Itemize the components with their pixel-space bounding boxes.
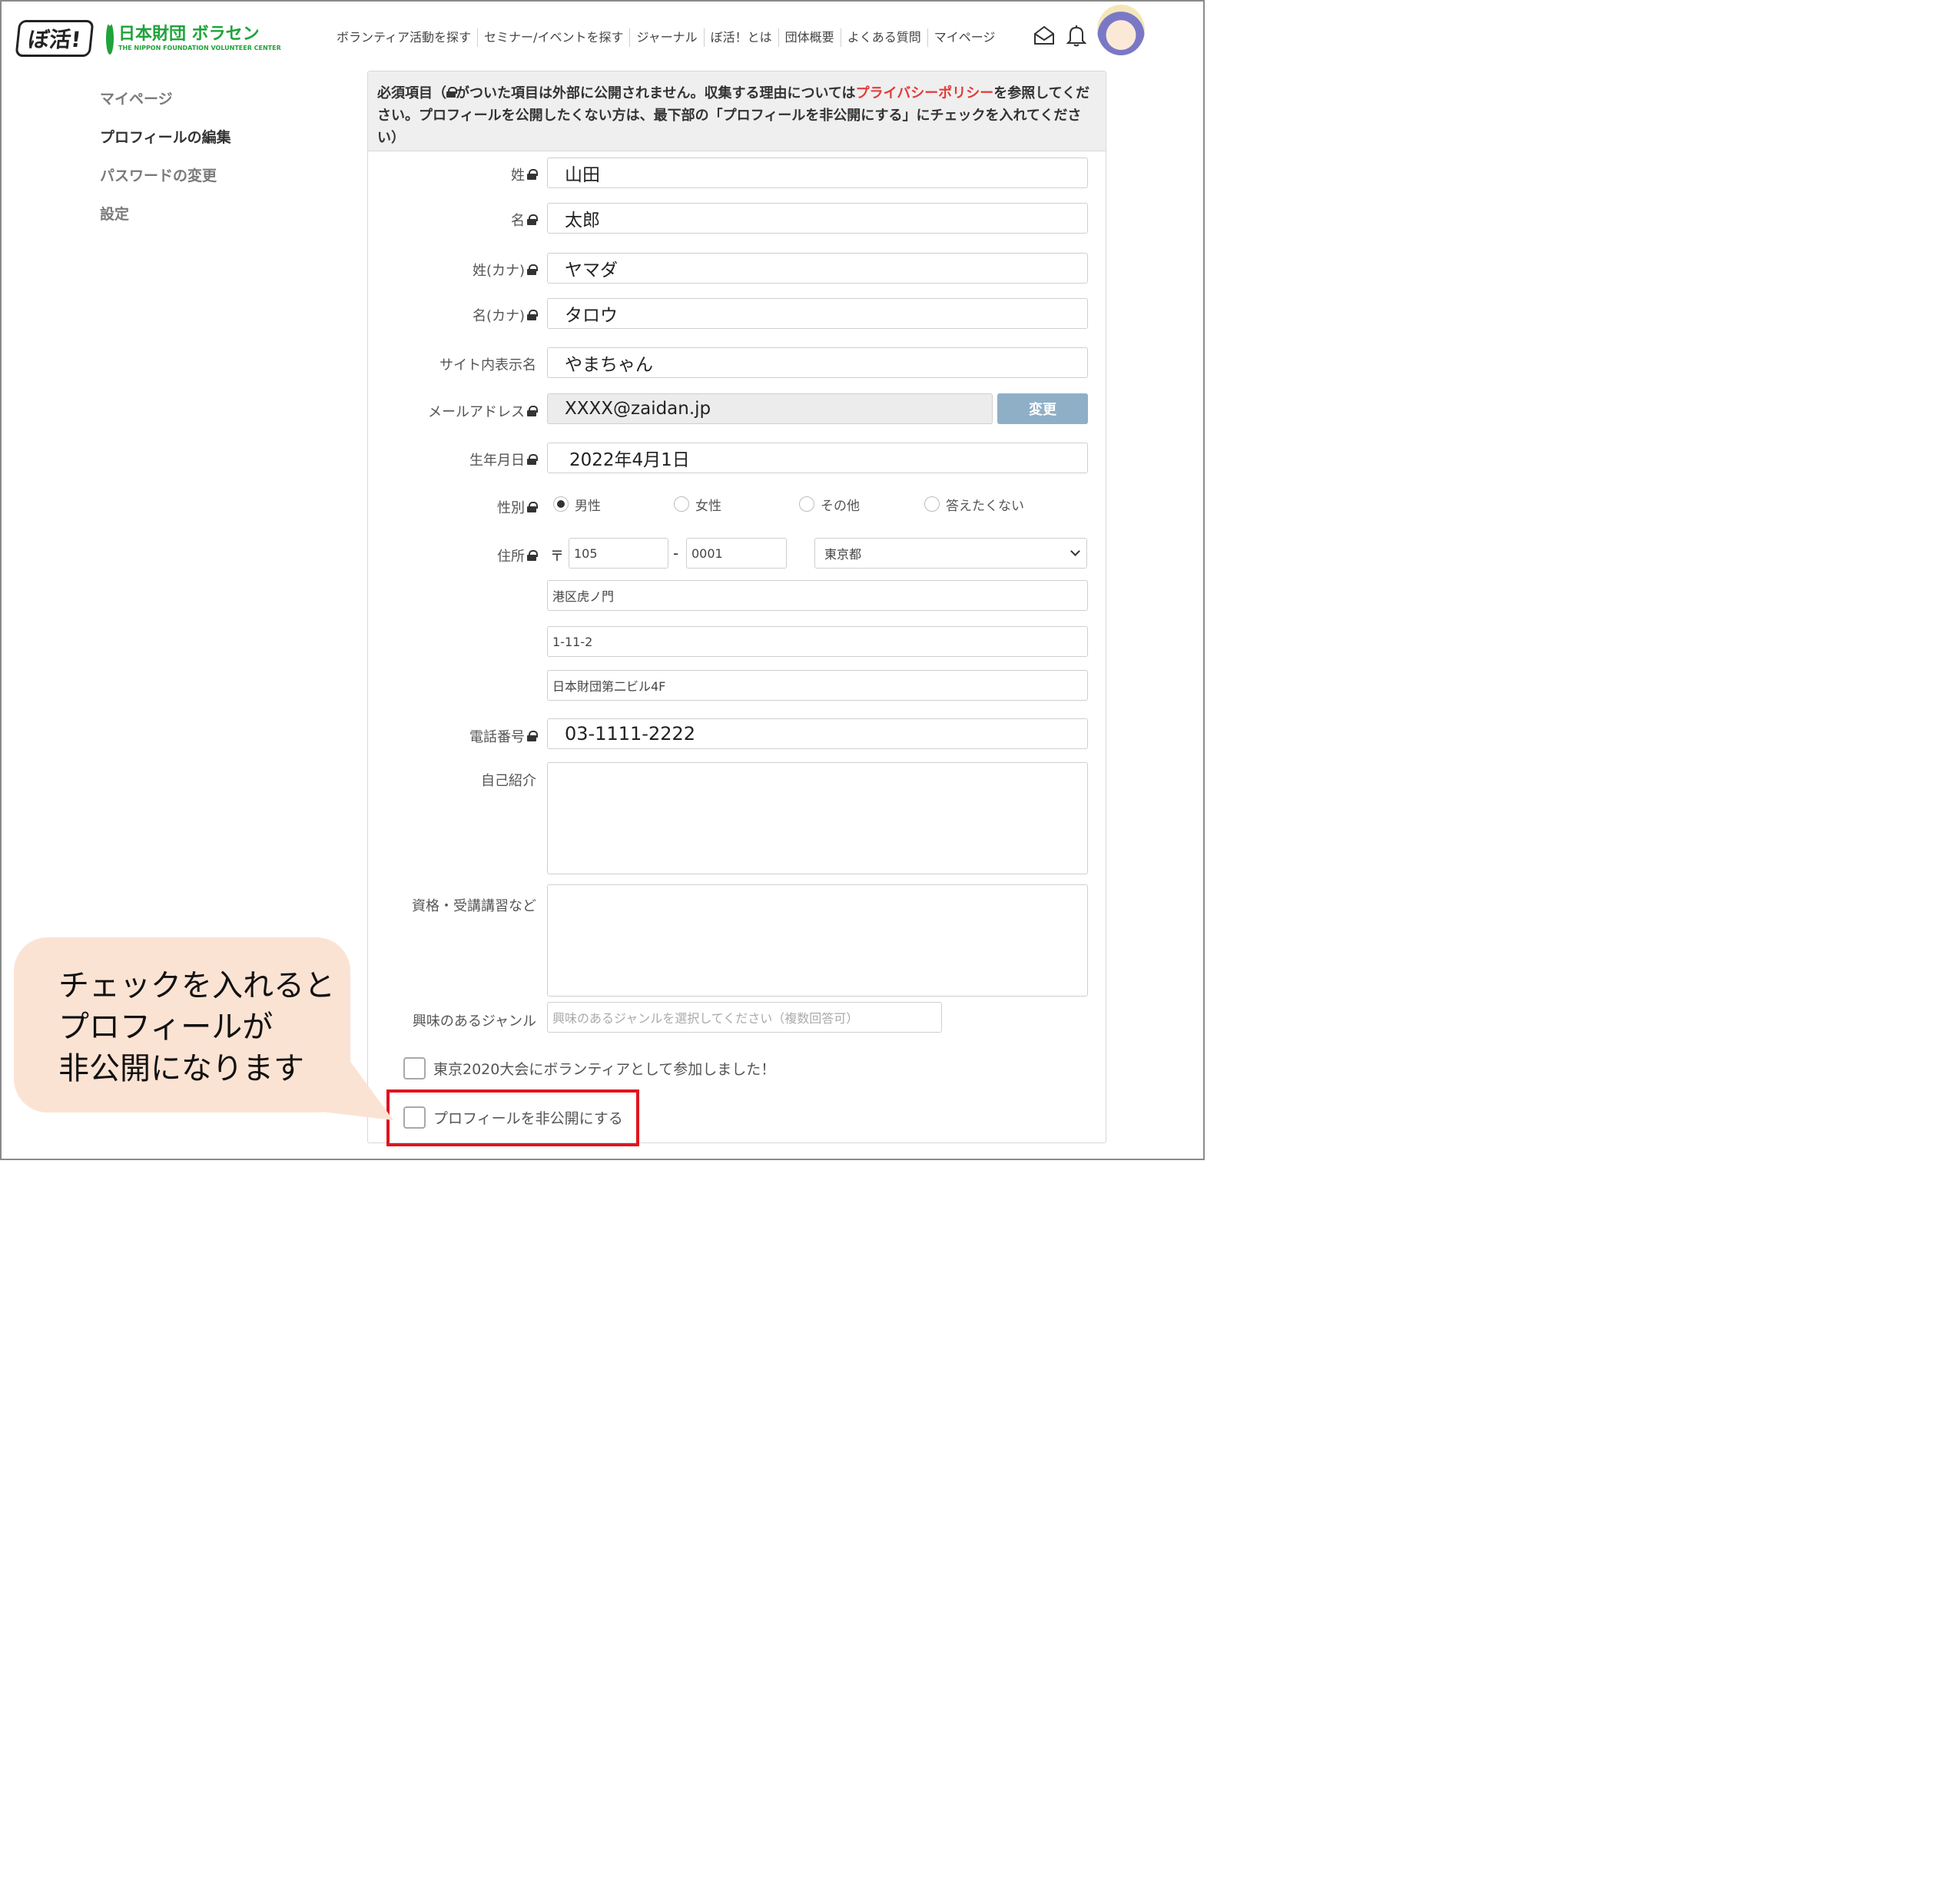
tokyo2020-checkbox-row[interactable]: 東京2020大会にボランティアとして参加しました！ [403,1057,775,1079]
radio-icon [799,496,814,512]
gender-radio-male[interactable]: 男性 [553,496,601,514]
callout-line-1: チェックを入れると [58,968,335,1003]
lock-icon [527,406,538,416]
lock-icon [527,502,538,512]
zip-code-first-input[interactable]: 105 [569,538,668,569]
required-notice: 必須項目（ がついた項目は外部に公開されません。収集する理由についてはプライバシー… [368,71,1106,151]
gender-radio-female[interactable]: 女性 [674,496,721,514]
gender-label: 性別 [497,497,538,517]
radio-selected-icon [553,496,569,512]
address-label: 住所 [497,546,538,565]
address-line3-input[interactable]: 日本財団第二ビル4F [547,670,1088,701]
last-kana-input[interactable]: ヤマダ [547,253,1088,284]
nav-mypage[interactable]: マイページ [928,28,1002,47]
bokatsu-logo[interactable]: ぼ活! [15,20,95,57]
change-email-button[interactable]: 変更 [997,393,1088,424]
nav-about-bokatsu[interactable]: ぼ活！とは [705,28,779,47]
qualifications-label: 資格・受講講習など [412,898,536,914]
gender-option-label: 女性 [695,498,721,514]
privacy-policy-link[interactable]: プライバシーポリシー [856,85,994,101]
nav-find-volunteer[interactable]: ボランティア活動を探す [330,28,479,47]
lock-icon [527,550,538,561]
display-name-input[interactable]: やまちゃん [547,347,1088,378]
mail-icon[interactable] [1033,23,1056,48]
lock-icon [527,264,538,275]
user-avatar[interactable] [1097,5,1145,55]
email-input: XXXX@zaidan.jp [547,393,993,424]
sidebar-item-change-password[interactable]: パスワードの変更 [100,166,231,204]
tokyo2020-checkbox[interactable] [403,1057,426,1079]
callout-line-3: 非公開になります [58,1051,304,1086]
last-name-label: 姓 [511,164,538,184]
prefecture-select[interactable]: 東京都 [814,538,1087,569]
genre-select[interactable]: 興味のあるジャンルを選択してください（複数回答可） [547,1002,942,1033]
top-navigation: ボランティア活動を探す セミナー/イベントを探す ジャーナル ぼ活！とは 団体概… [330,26,1001,49]
birthday-input[interactable]: 2022年4月1日 [547,443,1088,473]
lock-icon [527,169,538,180]
highlight-box [386,1089,639,1146]
nav-journal[interactable]: ジャーナル [630,28,705,47]
lock-icon [527,310,538,320]
first-kana-input[interactable]: タロウ [547,298,1088,329]
lock-icon [527,731,538,741]
volunteer-center-mark-icon [106,22,114,55]
bokatsu-logo-text: ぼ活! [26,27,82,52]
phone-input[interactable]: 03-1111-2222 [547,718,1088,749]
gender-option-label: 男性 [575,498,601,514]
genre-label: 興味のあるジャンル [412,1013,536,1030]
chevron-down-icon [1070,546,1080,556]
notice-text-2: がついた項目は外部に公開されません。収集する理由については [456,85,856,101]
tokyo2020-checkbox-label: 東京2020大会にボランティアとして参加しました！ [433,1061,776,1078]
email-label: メールアドレス [428,401,538,421]
annotation-callout: チェックを入れると プロフィールが 非公開になります [14,937,350,1113]
nav-seminar-event[interactable]: セミナー/イベントを探す [478,28,631,47]
first-name-label: 名 [511,210,538,230]
sidebar-item-settings[interactable]: 設定 [100,204,231,243]
radio-icon [924,496,940,512]
zip-code-second-input[interactable]: 0001 [686,538,787,569]
display-name-label: サイト内表示名 [439,357,536,373]
nav-faq[interactable]: よくある質問 [841,28,928,47]
radio-icon [674,496,689,512]
intro-textarea[interactable] [547,762,1088,874]
lock-icon [446,87,457,98]
lock-icon [527,214,538,225]
last-kana-label: 姓(カナ) [473,260,538,280]
phone-label: 電話番号 [469,726,538,746]
postal-mark-icon: 〒 [550,549,564,565]
notice-text-1: 必須項目（ [377,85,446,101]
bell-icon[interactable] [1065,23,1088,48]
nav-organization[interactable]: 団体概要 [779,28,841,47]
zip-dash: - [673,544,679,562]
intro-label: 自己紹介 [481,773,536,789]
sidebar-item-mypage[interactable]: マイページ [100,89,231,128]
volunteer-center-logo-jp: 日本財団 ボラセン [118,24,260,44]
first-name-input[interactable]: 太郎 [547,203,1088,234]
qualifications-textarea[interactable] [547,884,1088,997]
gender-option-label: 答えたくない [946,498,1024,514]
address-line1-input[interactable]: 港区虎ノ門 [547,580,1088,611]
first-kana-label: 名(カナ) [473,305,538,325]
callout-line-2: プロフィールが [58,1010,274,1045]
address-line2-input[interactable]: 1-11-2 [547,626,1088,657]
prefecture-selected-value: 東京都 [824,547,862,562]
volunteer-center-logo[interactable]: 日本財団 ボラセン THE NIPPON FOUNDATION VOLUNTEE… [106,20,281,57]
gender-radio-no-answer[interactable]: 答えたくない [924,496,1024,514]
lock-icon [527,454,538,465]
volunteer-center-logo-en: THE NIPPON FOUNDATION VOLUNTEER CENTER [118,44,281,51]
sidebar: マイページ プロフィールの編集 パスワードの変更 設定 [100,89,231,243]
gender-radio-other[interactable]: その他 [799,496,860,514]
birthday-label: 生年月日 [469,449,538,469]
sidebar-item-edit-profile[interactable]: プロフィールの編集 [100,128,231,166]
last-name-input[interactable]: 山田 [547,158,1088,188]
gender-option-label: その他 [821,498,860,514]
